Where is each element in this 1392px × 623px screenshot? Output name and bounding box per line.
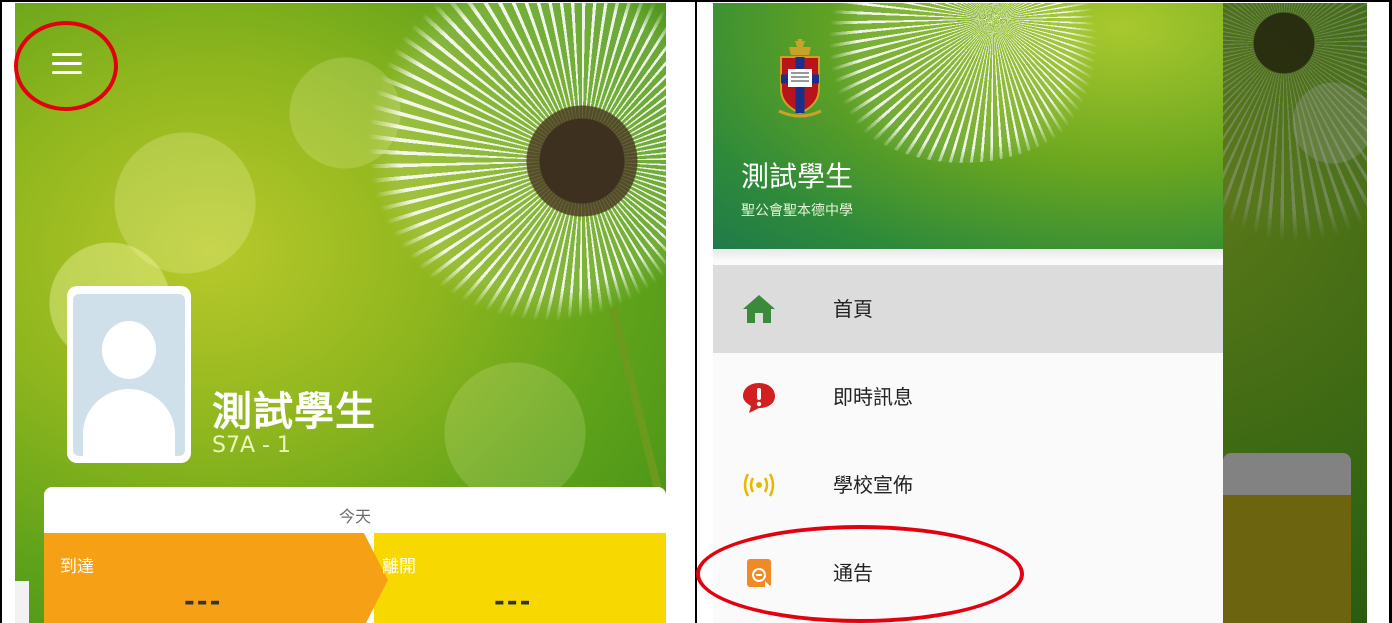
annotation-circle-menu: [14, 21, 118, 111]
leave-time-value: ---: [494, 587, 533, 617]
avatar-body-shape: [83, 389, 175, 456]
drawer-item-label: 首頁: [833, 297, 873, 321]
student-name: 測試學生: [212, 389, 376, 435]
avatar: [67, 286, 191, 463]
content-edge: [15, 581, 29, 623]
drawer-item-home[interactable]: 首頁: [713, 265, 1223, 353]
drawer-school-name: 聖公會聖本德中學: [741, 203, 853, 219]
school-crest-icon: [778, 39, 822, 118]
annotation-circle-notice: [696, 525, 1024, 623]
drawer-item-label: 學校宣佈: [833, 473, 913, 497]
arrive-label: 到達: [60, 557, 94, 577]
drawer-user-name: 測試學生: [741, 160, 854, 193]
alert-message-icon: [743, 383, 775, 413]
drawer-scrim[interactable]: [1223, 3, 1367, 623]
drawer-divider: [713, 249, 1223, 261]
broadcast-icon: [743, 473, 775, 497]
student-class: S7A - 1: [212, 433, 291, 458]
avatar-placeholder: [73, 294, 185, 456]
arrive-time-value: ---: [184, 587, 223, 617]
home-screen: 測試學生 S7A - 1 今天 到達 離開 --- ---: [15, 3, 666, 623]
avatar-head-shape: [102, 321, 156, 379]
drawer-item-instant-message[interactable]: 即時訊息: [713, 353, 1223, 441]
dandelion-image: [813, 3, 1113, 163]
drawer-header: 測試學生 聖公會聖本德中學: [713, 3, 1223, 249]
leave-label: 離開: [382, 557, 416, 577]
home-icon: [743, 295, 775, 323]
drawer-item-school-announcement[interactable]: 學校宣佈: [713, 441, 1223, 529]
attendance-today-label: 今天: [338, 507, 371, 526]
drawer-item-label: 即時訊息: [833, 385, 913, 409]
frame-left-border: [0, 0, 2, 623]
attendance-card: 今天 到達 離開 --- ---: [44, 487, 666, 623]
frame-divider: [695, 0, 697, 623]
